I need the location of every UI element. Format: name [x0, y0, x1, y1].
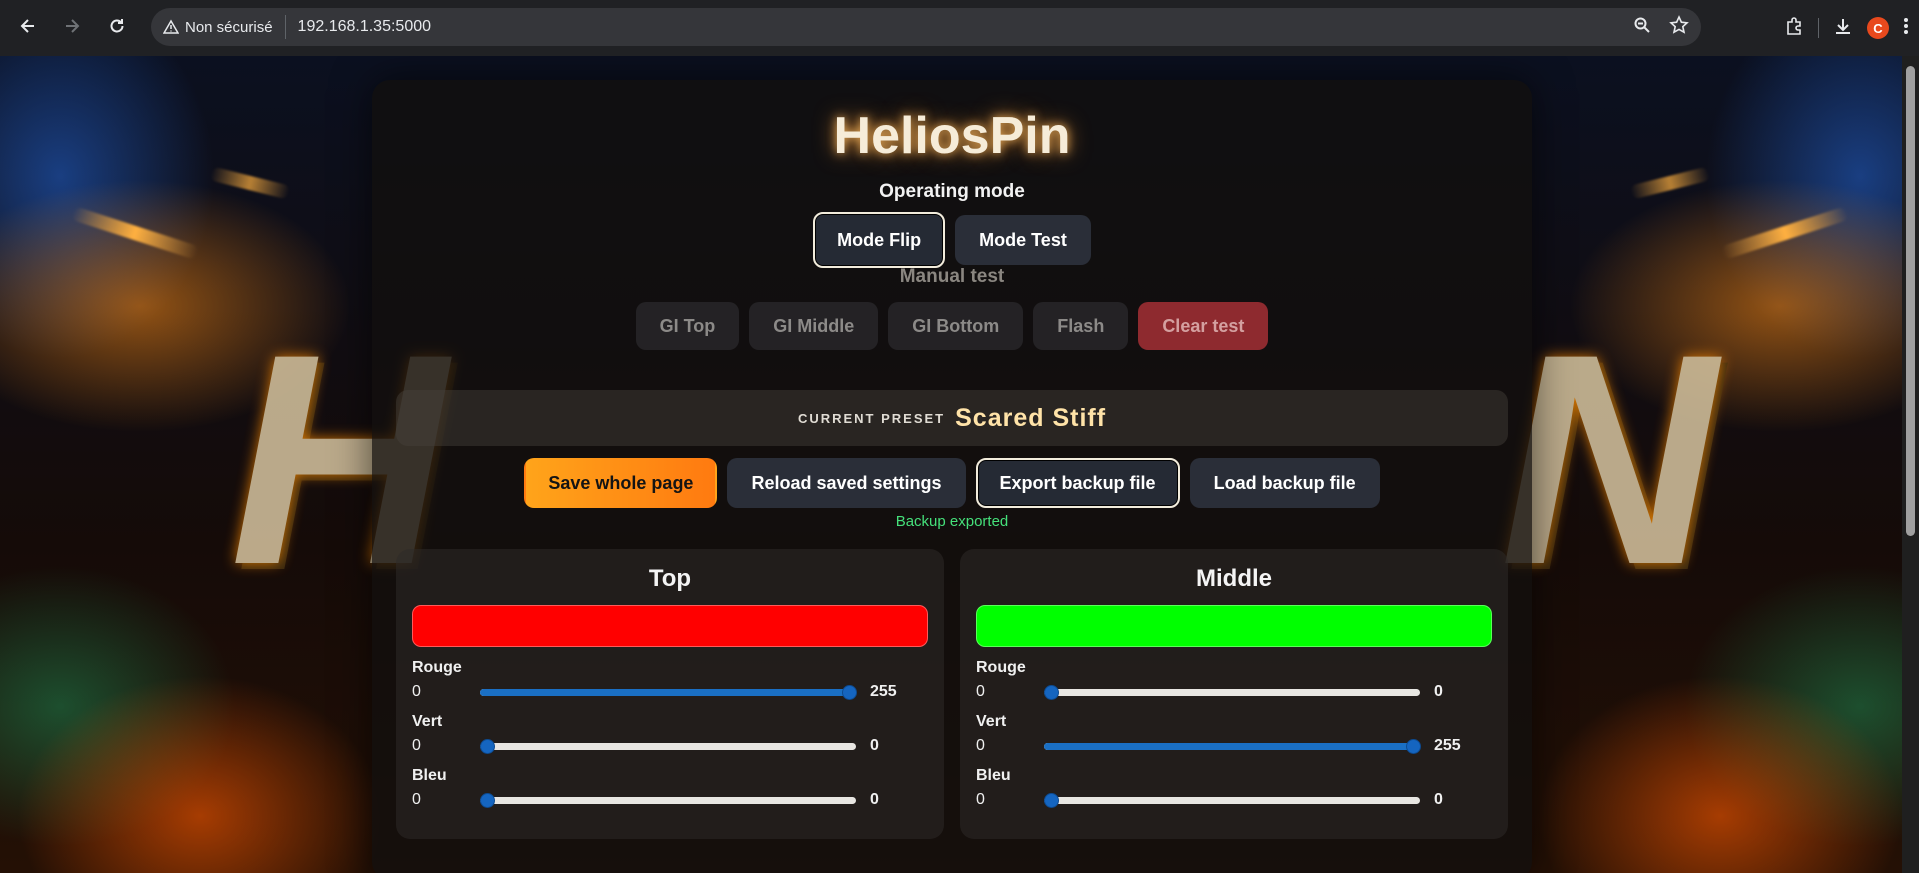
channel-min-green: 0: [412, 737, 421, 754]
manual-test-label: Manual test: [899, 266, 1005, 287]
load-backup-button[interactable]: Load backup file: [1189, 458, 1380, 508]
export-backup-button[interactable]: Export backup file: [975, 458, 1180, 508]
color-card-top: Top Rouge 0 255 Vert 0 0 Bleu 0 0: [396, 549, 944, 839]
security-indicator[interactable]: Non sécurisé: [163, 15, 286, 39]
flash-button[interactable]: Flash: [1033, 302, 1129, 350]
mode-test-button[interactable]: Mode Test: [955, 215, 1091, 265]
clear-test-button[interactable]: Clear test: [1138, 302, 1269, 350]
background-light-streak: [209, 166, 291, 200]
menu-dots-icon[interactable]: [1903, 16, 1909, 41]
channel-label-red: Rouge: [412, 659, 462, 676]
blue-slider[interactable]: [480, 793, 856, 808]
download-icon[interactable]: [1833, 16, 1853, 41]
scrollbar-thumb[interactable]: [1906, 66, 1915, 536]
save-whole-page-button[interactable]: Save whole page: [524, 458, 718, 508]
page-scrollbar[interactable]: [1902, 56, 1919, 873]
current-preset-name: Scared Stiff: [955, 403, 1107, 432]
page-viewport: H N HeliosPin Operating mode Mode Flip M…: [0, 56, 1919, 873]
page-title: HeliosPin: [833, 107, 1071, 165]
channel-min-green: 0: [976, 737, 985, 754]
mode-flip-button[interactable]: Mode Flip: [813, 212, 946, 268]
toolbar-separator: [1818, 18, 1819, 38]
security-label: Non sécurisé: [185, 18, 273, 36]
channel-min-red: 0: [412, 683, 421, 700]
browser-toolbar: Non sécurisé 192.168.1.35:5000 C: [0, 0, 1919, 56]
channel-value-blue: 0: [870, 791, 879, 808]
address-bar[interactable]: Non sécurisé 192.168.1.35:5000: [151, 8, 1701, 46]
reload-icon[interactable]: [97, 6, 137, 46]
red-slider[interactable]: [480, 685, 857, 700]
mode-button-row: Mode Flip Mode Test: [372, 212, 1532, 268]
slider-thumb[interactable]: [1044, 685, 1059, 700]
channel-label-green: Vert: [976, 713, 1007, 730]
slider-thumb[interactable]: [480, 739, 495, 754]
gi-bottom-button[interactable]: GI Bottom: [888, 302, 1024, 350]
channel-min-red: 0: [976, 683, 985, 700]
channel-value-green: 0: [870, 737, 879, 754]
card-title: Middle: [1196, 565, 1272, 592]
status-message: Backup exported: [895, 513, 1009, 530]
test-button-row: GI Top GI Middle GI Bottom Flash Clear t…: [372, 302, 1532, 350]
background-logo-letter: N: [1500, 291, 1717, 627]
reload-saved-settings-button[interactable]: Reload saved settings: [727, 458, 966, 508]
blue-slider[interactable]: [1044, 793, 1420, 808]
channel-min-blue: 0: [412, 791, 421, 808]
zoom-icon[interactable]: [1633, 16, 1651, 39]
channel-min-blue: 0: [976, 791, 985, 808]
green-slider[interactable]: [480, 739, 856, 754]
slider-thumb[interactable]: [1406, 739, 1421, 754]
channel-label-blue: Bleu: [412, 767, 447, 784]
channel-value-red: 0: [1434, 683, 1443, 700]
slider-thumb[interactable]: [480, 793, 495, 808]
current-preset-label: CURRENT PRESET: [797, 410, 946, 426]
color-preview-swatch: [412, 605, 928, 647]
channel-label-green: Vert: [412, 713, 443, 730]
slider-fill: [1044, 743, 1413, 750]
green-slider[interactable]: [1044, 739, 1421, 754]
channel-value-green: 255: [1434, 737, 1461, 754]
card-title: Top: [648, 565, 692, 592]
url-text: 192.168.1.35:5000: [297, 18, 432, 35]
channel-value-blue: 0: [1434, 791, 1443, 808]
background-light-streak: [1629, 166, 1711, 200]
channel-label-red: Rouge: [976, 659, 1026, 676]
operating-mode-label: Operating mode: [879, 181, 1025, 202]
red-slider[interactable]: [1044, 685, 1420, 700]
current-preset-bar: CURRENT PRESET Scared Stiff: [396, 390, 1508, 446]
extensions-icon[interactable]: [1784, 16, 1804, 41]
warning-icon: [163, 19, 179, 34]
gi-top-button[interactable]: GI Top: [635, 302, 740, 350]
bookmark-star-icon[interactable]: [1669, 14, 1689, 40]
channel-value-red: 255: [870, 683, 897, 700]
channel-label-blue: Bleu: [976, 767, 1011, 784]
profile-avatar[interactable]: C: [1867, 17, 1889, 39]
gi-middle-button[interactable]: GI Middle: [749, 302, 879, 350]
main-panel: HeliosPin Operating mode Mode Flip Mode …: [372, 80, 1532, 873]
forward-icon[interactable]: [52, 6, 92, 46]
action-button-row: Save whole page Reload saved settings Ex…: [372, 458, 1532, 508]
background-light-streak: [1721, 206, 1849, 260]
background-light-streak: [71, 206, 199, 260]
slider-fill: [480, 689, 849, 696]
slider-thumb[interactable]: [842, 685, 857, 700]
color-card-middle: Middle Rouge 0 0 Vert 0 255 Bleu 0 0: [960, 549, 1508, 839]
color-preview-swatch: [976, 605, 1492, 647]
back-icon[interactable]: [8, 6, 48, 46]
slider-thumb[interactable]: [1044, 793, 1059, 808]
